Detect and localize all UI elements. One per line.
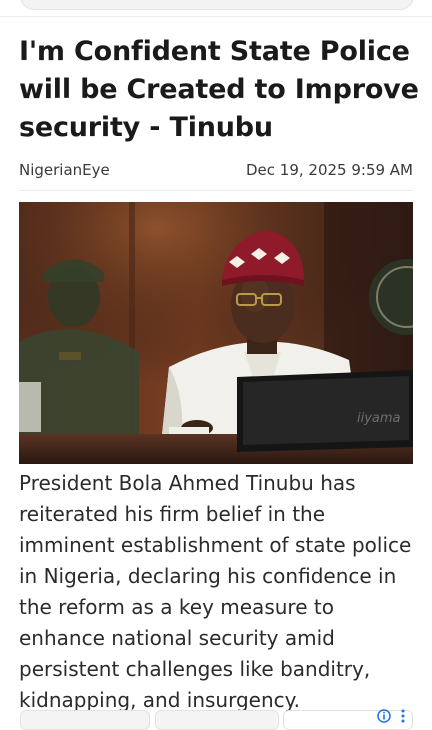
header-divider xyxy=(0,16,432,17)
article-source[interactable]: NigerianEye xyxy=(19,161,110,179)
ad-card-1[interactable] xyxy=(20,710,150,730)
ad-strip[interactable] xyxy=(0,708,432,730)
article-image[interactable]: iiyama xyxy=(19,202,413,464)
info-icon[interactable] xyxy=(377,709,391,723)
article-date: Dec 19, 2025 9:59 AM xyxy=(245,161,413,179)
ad-card-2[interactable] xyxy=(155,710,279,730)
more-vert-icon[interactable] xyxy=(400,709,406,723)
search-bar[interactable] xyxy=(20,0,414,10)
meta-divider xyxy=(19,190,413,191)
ad-card-3[interactable] xyxy=(283,710,413,730)
article-title: I'm Confident State Police will be Creat… xyxy=(19,36,419,143)
monitor-brand: iiyama xyxy=(357,411,401,426)
article-body: President Bola Ahmed Tinubu has reiterat… xyxy=(19,471,412,712)
article-photo: iiyama xyxy=(19,202,413,464)
